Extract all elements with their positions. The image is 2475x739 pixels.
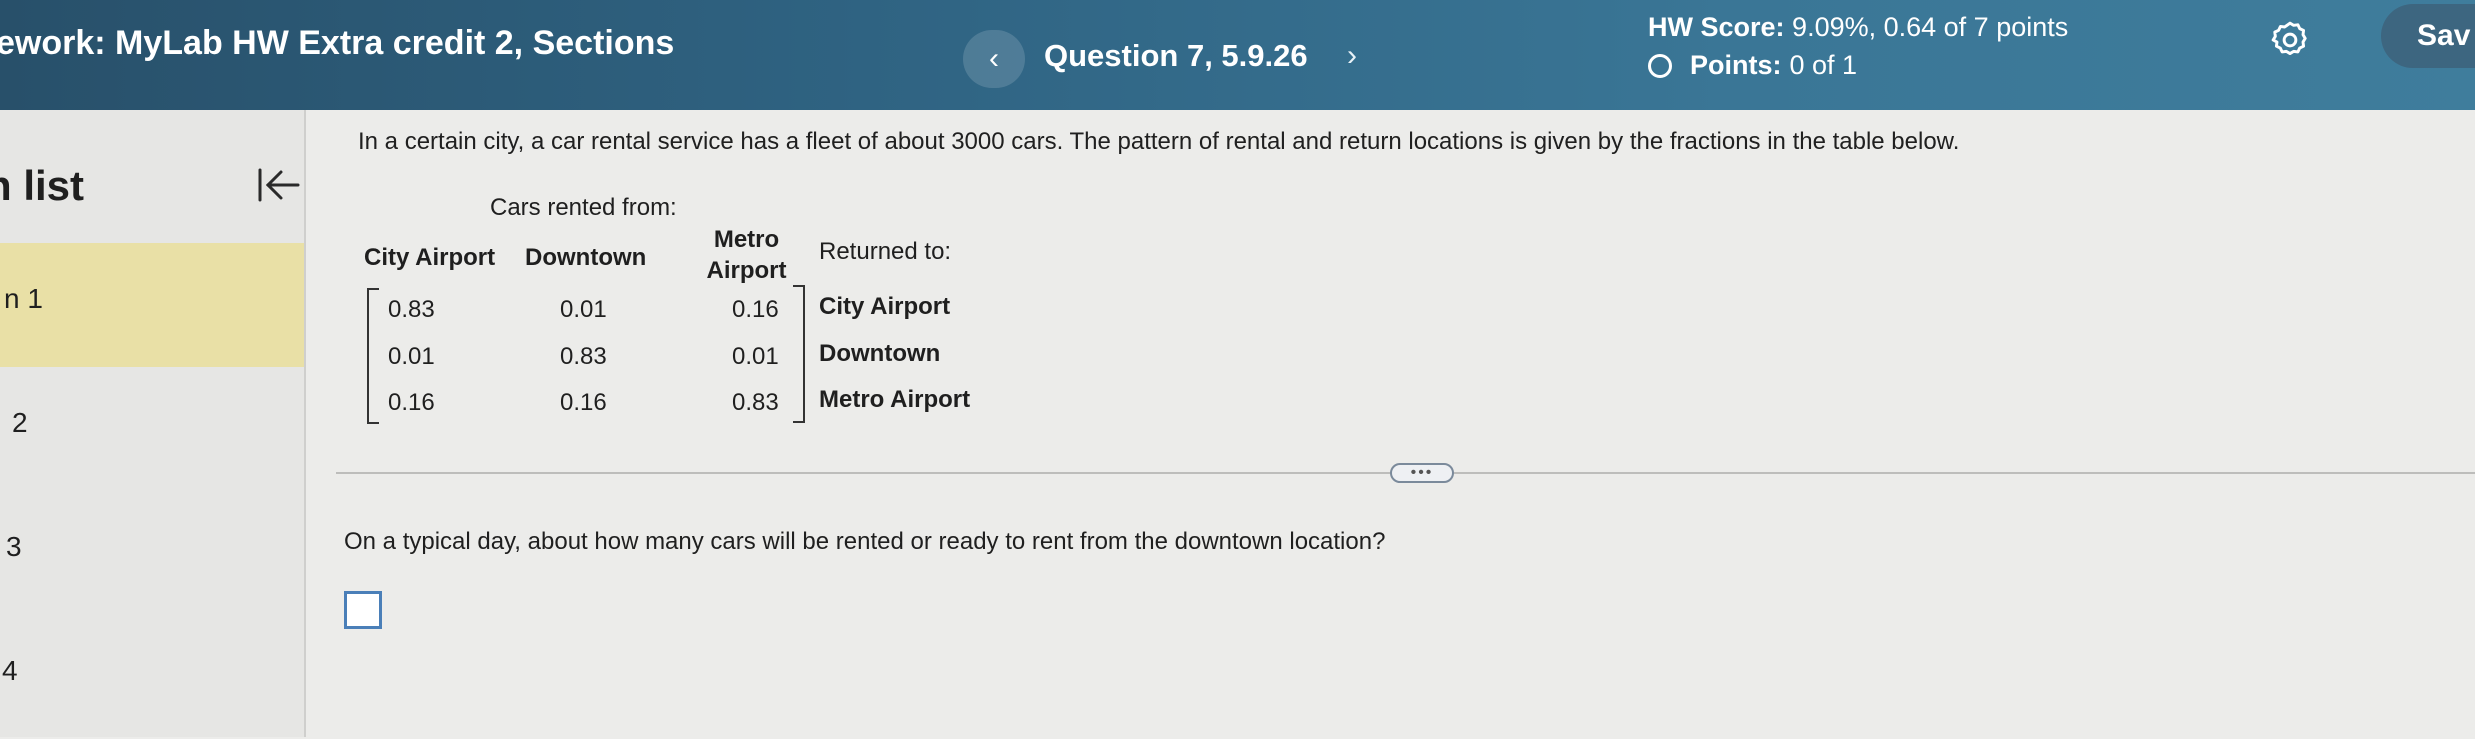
gear-icon — [2271, 21, 2307, 56]
sidebar-item-question-3[interactable]: 3 — [0, 491, 304, 615]
hw-score-value: 9.09%, 0.64 of 7 points — [1792, 12, 2069, 42]
matrix-cell: 0.83 — [388, 296, 435, 323]
cars-rented-from-label: Cars rented from: — [490, 194, 677, 221]
matrix-cell: 0.16 — [560, 389, 607, 416]
points: Points: 0 of 1 — [1648, 50, 1857, 81]
sidebar-item-label: n 1 — [4, 283, 43, 314]
points-value: 0 of 1 — [1789, 50, 1858, 80]
previous-question-button[interactable]: ‹ — [963, 30, 1025, 88]
points-label: Points: — [1690, 50, 1782, 80]
row-label-city-airport: City Airport — [819, 293, 951, 320]
question-prompt: On a typical day, about how many cars wi… — [344, 528, 1386, 555]
question-panel: In a certain city, a car rental service … — [304, 110, 2475, 737]
sidebar-item-question-2[interactable]: 2 — [0, 367, 304, 491]
row-label-downtown: Downtown — [819, 340, 941, 367]
answer-input[interactable] — [344, 591, 382, 629]
save-button[interactable]: Sav — [2381, 4, 2475, 68]
collapse-sidebar-button[interactable] — [254, 162, 304, 208]
matrix-right-bracket — [793, 285, 805, 423]
column-header-downtown: Downtown — [525, 244, 647, 271]
column-header-metro-airport: Metro Airport — [706, 226, 787, 284]
hw-score: HW Score: 9.09%, 0.64 of 7 points — [1648, 12, 2068, 43]
points-status-icon — [1648, 53, 1672, 78]
sidebar-title: n list — [0, 162, 85, 209]
returned-to-label: Returned to: — [819, 238, 952, 265]
next-question-button[interactable]: › — [1330, 34, 1374, 78]
matrix-cell: 0.83 — [560, 343, 607, 370]
sidebar-item-label: 2 — [12, 407, 28, 438]
course-title: ework: MyLab HW Extra credit 2, Sections — [0, 24, 675, 62]
sidebar-item-label: 3 — [6, 531, 22, 562]
matrix-cell: 0.16 — [732, 296, 779, 323]
matrix-left-bracket — [367, 288, 379, 424]
question-label: Question 7, 5.9.26 — [1044, 38, 1308, 73]
sidebar-item-question-4[interactable]: 4 — [0, 615, 304, 739]
chevron-left-icon: ‹ — [989, 42, 999, 75]
chevron-right-icon: › — [1347, 39, 1357, 72]
matrix-cell: 0.16 — [388, 389, 435, 416]
top-bar: ework: MyLab HW Extra credit 2, Sections… — [0, 0, 2475, 110]
expand-more-button[interactable]: ••• — [1390, 463, 1454, 483]
settings-button[interactable] — [2268, 18, 2312, 62]
collapse-left-icon — [258, 168, 300, 202]
matrix-cell: 0.01 — [732, 343, 779, 370]
matrix-cell: 0.83 — [732, 389, 779, 416]
sidebar-item-label: 4 — [2, 655, 18, 686]
matrix-cell: 0.01 — [388, 343, 435, 370]
column-header-city-airport: City Airport — [364, 244, 496, 271]
question-intro: In a certain city, a car rental service … — [358, 128, 1960, 155]
question-list-sidebar: n list n 1 2 3 4 — [0, 110, 306, 737]
matrix-cell: 0.01 — [560, 296, 607, 323]
hw-score-label: HW Score: — [1648, 12, 1785, 42]
row-label-metro-airport: Metro Airport — [819, 386, 971, 413]
sidebar-item-question-1[interactable]: n 1 — [0, 243, 304, 367]
